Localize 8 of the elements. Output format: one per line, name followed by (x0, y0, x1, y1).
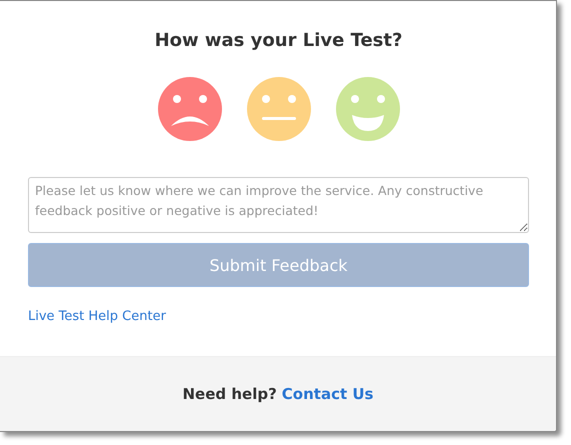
contact-link[interactable]: Contact Us (282, 385, 374, 403)
help-center-link[interactable]: Live Test Help Center (28, 309, 166, 324)
dialog-title: How was your Live Test? (154, 29, 404, 53)
smiley-face-icon[interactable] (336, 77, 400, 141)
feedback-field[interactable]: Please let us know where we can improve the service. Any constructive feedback positive or negative is appreciated! (28, 177, 529, 233)
help-prompt: Need help? (182, 385, 277, 403)
sad-face-icon[interactable] (158, 77, 222, 141)
neutral-face-icon[interactable] (246, 77, 310, 141)
